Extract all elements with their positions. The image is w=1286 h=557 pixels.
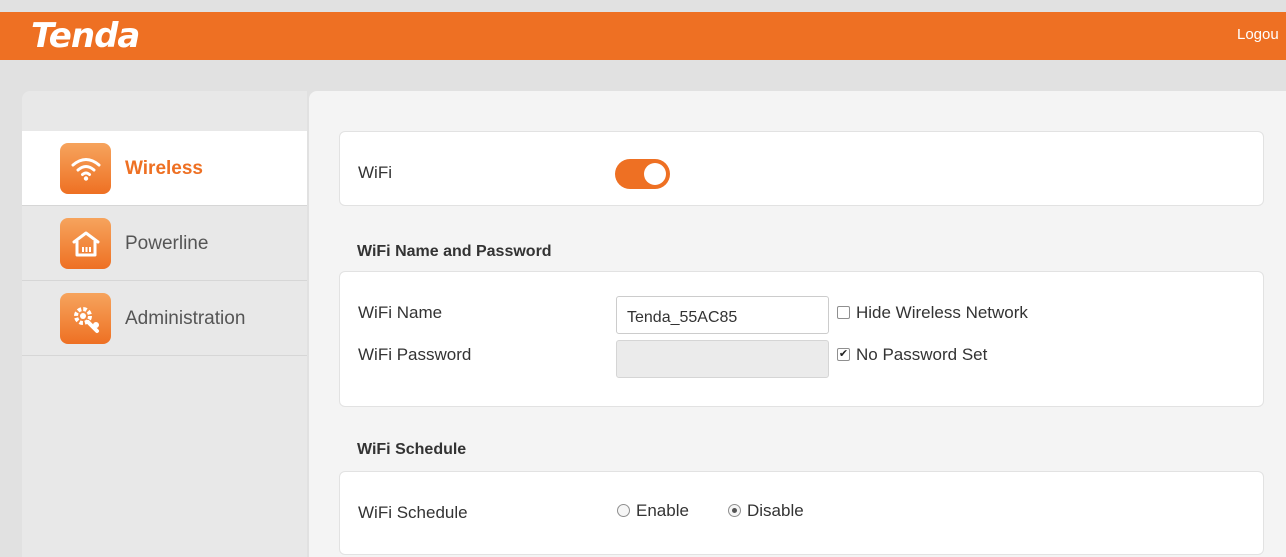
sidebar-item-label: Wireless [125,158,203,179]
wifi-toggle[interactable] [615,159,670,189]
sidebar-item-wireless[interactable]: Wireless [22,131,307,206]
sidebar: Wireless Powerline Administration [22,91,307,557]
wifi-name-input[interactable] [616,296,829,334]
wifi-card: WiFi [339,131,1264,206]
sidebar-item-label: Powerline [125,233,209,254]
wifi-password-input[interactable] [616,340,829,378]
wifi-name-label: WiFi Name [358,303,443,322]
hide-network-label: Hide Wireless Network [856,303,1028,322]
enable-label: Enable [636,501,689,520]
name-password-card: WiFi Name Hide Wireless Network WiFi Pas… [339,271,1264,407]
wifi-schedule-label: WiFi Schedule [358,503,468,522]
home-icon [60,218,111,269]
toggle-knob [644,163,666,185]
disable-label: Disable [747,501,804,520]
wifi-icon [60,143,111,194]
top-bar: Tenda Logou [0,12,1286,60]
logout-link[interactable]: Logou [1237,26,1279,43]
no-password-label: No Password Set [856,345,988,364]
gear-wrench-icon [60,293,111,344]
sidebar-item-powerline[interactable]: Powerline [22,206,307,281]
main-content: WiFi WiFi Name and Password WiFi Name Hi… [309,91,1286,557]
sidebar-item-label: Administration [125,308,246,329]
wifi-label: WiFi [358,163,392,182]
enable-radio[interactable] [617,504,630,517]
section-title-schedule: WiFi Schedule [357,441,467,458]
schedule-card: WiFi Schedule Enable Disable [339,471,1264,555]
wifi-password-label: WiFi Password [358,345,472,364]
disable-radio[interactable] [728,504,741,517]
tenda-logo: Tenda [31,16,140,56]
hide-network-checkbox[interactable] [837,306,850,319]
section-title-name-password: WiFi Name and Password [357,243,552,260]
no-password-checkbox[interactable]: ✔ [837,348,850,361]
sidebar-item-administration[interactable]: Administration [22,281,307,356]
